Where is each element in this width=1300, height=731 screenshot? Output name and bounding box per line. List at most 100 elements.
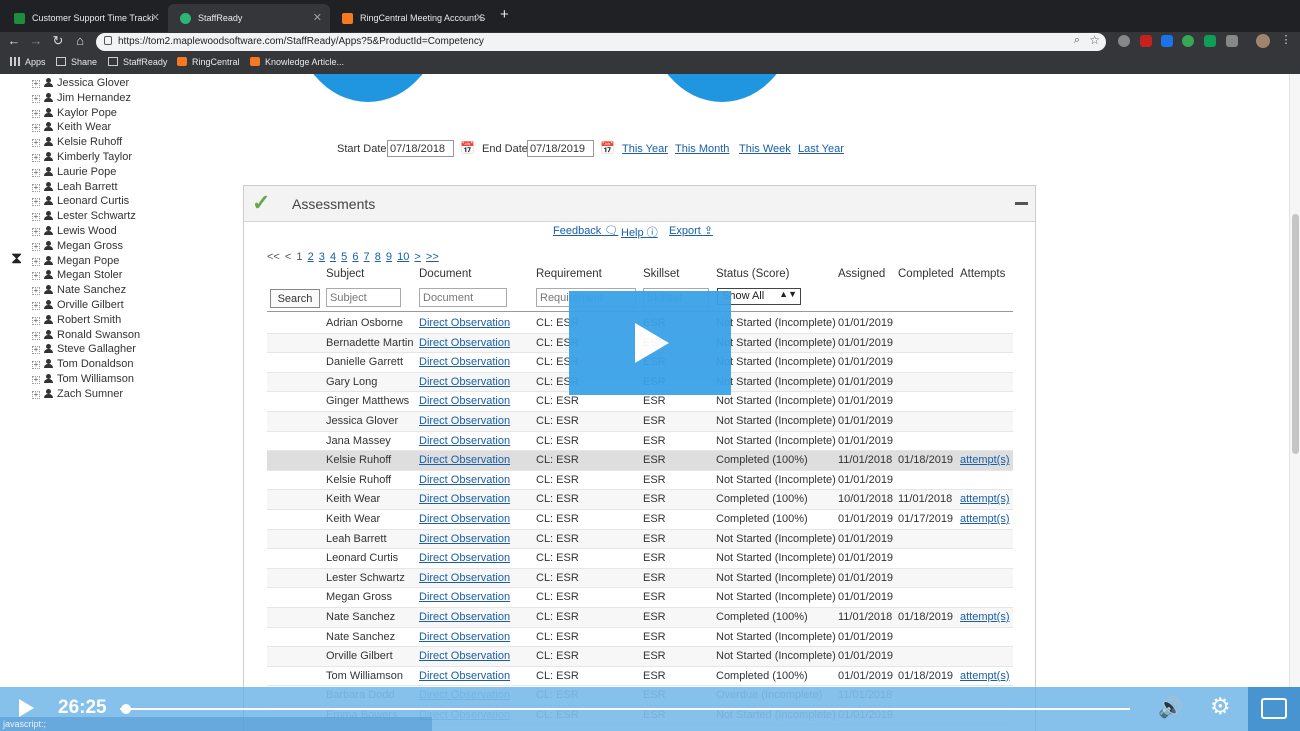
feedback-link[interactable]: Feedback 🗨 <box>553 224 618 237</box>
expand-icon[interactable]: + <box>32 124 40 133</box>
expand-icon[interactable]: + <box>32 242 40 251</box>
expand-icon[interactable]: + <box>32 198 40 207</box>
expand-icon[interactable]: + <box>32 168 40 177</box>
help-link[interactable]: Help ⓘ <box>621 224 658 240</box>
pager-first[interactable]: << <box>267 251 280 263</box>
cell-document[interactable]: Direct Observation <box>419 608 510 628</box>
cell-document[interactable]: Direct Observation <box>419 373 510 393</box>
cell-document[interactable]: Direct Observation <box>419 392 510 412</box>
pager-prev[interactable]: < <box>285 251 291 263</box>
expand-icon[interactable]: + <box>32 213 40 222</box>
this-week-link[interactable]: This Week <box>739 143 791 155</box>
this-month-link[interactable]: This Month <box>675 143 729 155</box>
calendar-icon[interactable]: 📅 <box>600 141 615 155</box>
expand-icon[interactable]: + <box>32 153 40 162</box>
cell-document[interactable]: Direct Observation <box>419 628 510 648</box>
video-progress-track[interactable] <box>120 708 1130 710</box>
cell-attempts[interactable]: attempt(s) <box>960 451 1010 471</box>
bookmark-apps[interactable]: Apps <box>10 57 46 67</box>
this-year-link[interactable]: This Year <box>622 143 668 155</box>
tree-item-person[interactable]: + Jim Hernandez <box>32 91 140 106</box>
tree-item-person[interactable]: + Megan Gross <box>32 239 140 254</box>
expand-icon[interactable]: + <box>32 139 40 148</box>
video-play-overlay-button[interactable] <box>569 291 731 395</box>
volume-icon[interactable]: 🔊 <box>1158 695 1183 720</box>
pager-next[interactable]: > <box>414 251 420 263</box>
pager-page[interactable]: 2 <box>308 251 314 263</box>
tree-item-person[interactable]: + Orville Gilbert <box>32 298 140 313</box>
tree-item-person[interactable]: + Lester Schwartz <box>32 209 140 224</box>
table-row[interactable]: Lester Schwartz Direct Observation CL: ESR… <box>267 568 1013 589</box>
column-header-subject[interactable]: Subject <box>326 268 364 280</box>
tab-staffready[interactable]: StaffReady ✕ <box>168 4 330 32</box>
tree-item-person[interactable]: + Nate Sanchez <box>32 283 140 298</box>
expand-icon[interactable]: + <box>32 331 40 340</box>
cell-attempts[interactable]: attempt(s) <box>960 608 1010 628</box>
table-row[interactable]: Nate Sanchez Direct Observation CL: ESR ESR… <box>267 628 1013 648</box>
back-icon[interactable]: ← <box>6 33 22 48</box>
table-row[interactable]: Keith Wear Direct Observation CL: ESR ESR Co… <box>267 510 1013 530</box>
table-row[interactable]: Jana Massey Direct Observation CL: ESR ESR N… <box>267 432 1013 452</box>
forward-icon[interactable]: → <box>28 33 44 48</box>
settings-gear-icon[interactable]: ⚙ <box>1210 693 1231 720</box>
end-date-input[interactable]: 07/18/2019 <box>527 140 594 157</box>
tree-item-person[interactable]: + Kaylor Pope <box>32 106 140 121</box>
extension-icon[interactable] <box>1226 35 1238 47</box>
cell-attempts[interactable]: attempt(s) <box>960 667 1010 687</box>
pager-last[interactable]: >> <box>426 251 439 263</box>
collapse-icon[interactable] <box>1015 202 1028 205</box>
column-header-status[interactable]: Status (Score) <box>716 268 790 280</box>
scrollbar-thumb[interactable] <box>1292 214 1299 454</box>
expand-icon[interactable]: + <box>32 346 40 355</box>
zoom-icon[interactable]: ⌕ <box>1074 34 1080 47</box>
column-header-document[interactable]: Document <box>419 268 471 280</box>
expand-icon[interactable]: + <box>32 316 40 325</box>
table-row[interactable]: Nate Sanchez Direct Observation CL: ESR ESR… <box>267 607 1013 628</box>
tree-item-person[interactable]: + Robert Smith <box>32 313 140 328</box>
tree-item-person[interactable]: + Megan Stoler <box>32 268 140 283</box>
play-icon[interactable] <box>19 699 34 717</box>
tree-item-person[interactable]: + Keith Wear <box>32 120 140 135</box>
table-row[interactable]: Megan Gross Direct Observation CL: ESR ESR N… <box>267 588 1013 608</box>
pager-page[interactable]: 10 <box>397 251 409 263</box>
cell-document[interactable]: Direct Observation <box>419 353 510 373</box>
close-icon[interactable]: ✕ <box>475 4 484 32</box>
cell-document[interactable]: Direct Observation <box>419 334 510 354</box>
table-row[interactable]: Kelsie Ruhoff Direct Observation CL: ESR ES… <box>267 471 1013 491</box>
calendar-icon[interactable]: 📅 <box>460 141 475 155</box>
column-header-completed[interactable]: Completed <box>898 268 954 280</box>
cell-document[interactable]: Direct Observation <box>419 432 510 452</box>
cell-document[interactable]: Direct Observation <box>419 314 510 334</box>
expand-icon[interactable]: + <box>32 227 40 236</box>
cell-document[interactable]: Direct Observation <box>419 530 510 550</box>
home-icon[interactable]: ⌂ <box>72 33 88 48</box>
tab-ringcentral[interactable]: RingCentral Meeting Account S ✕ <box>330 4 492 32</box>
grammarly-icon[interactable] <box>1182 35 1194 47</box>
table-row[interactable]: Leah Barrett Direct Observation CL: ESR ESR… <box>267 529 1013 550</box>
cell-document[interactable]: Direct Observation <box>419 549 510 569</box>
reload-icon[interactable]: ↻ <box>50 33 66 49</box>
cell-document[interactable]: Direct Observation <box>419 471 510 491</box>
table-row[interactable]: Tom Williamson Direct Observation CL: ESR E… <box>267 667 1013 687</box>
pager-page[interactable]: 7 <box>364 251 370 263</box>
fullscreen-button[interactable] <box>1248 687 1300 731</box>
extension-icon[interactable] <box>1118 35 1130 47</box>
tab-customer-support[interactable]: Customer Support Time Tracki ✕ <box>2 4 168 32</box>
cell-attempts[interactable]: attempt(s) <box>960 490 1010 510</box>
table-row[interactable]: Leonard Curtis Direct Observation CL: ESR E… <box>267 549 1013 569</box>
table-row[interactable]: Ginger Matthews Direct Observation CL: ESR… <box>267 392 1013 412</box>
address-bar[interactable]: https://tom2.maplewoodsoftware.com/Staff… <box>96 33 1106 51</box>
table-row[interactable]: Kelsie Ruhoff Direct Observation CL: ESR ES… <box>267 451 1013 471</box>
cell-document[interactable]: Direct Observation <box>419 667 510 687</box>
pager-page[interactable]: 9 <box>386 251 392 263</box>
cell-document[interactable]: Direct Observation <box>419 510 510 530</box>
menu-kebab-icon[interactable]: ⋮ <box>1278 33 1294 46</box>
panel-header[interactable]: ✓ Assessments <box>244 186 1035 222</box>
cell-document[interactable]: Direct Observation <box>419 490 510 510</box>
cell-document[interactable]: Direct Observation <box>419 412 510 432</box>
pager-page[interactable]: 6 <box>352 251 358 263</box>
cell-document[interactable]: Direct Observation <box>419 451 510 471</box>
avatar[interactable] <box>1256 34 1270 48</box>
tree-item-person[interactable]: + Steve Gallagher <box>32 342 140 357</box>
tree-item-person[interactable]: + Jessica Glover <box>32 76 140 91</box>
